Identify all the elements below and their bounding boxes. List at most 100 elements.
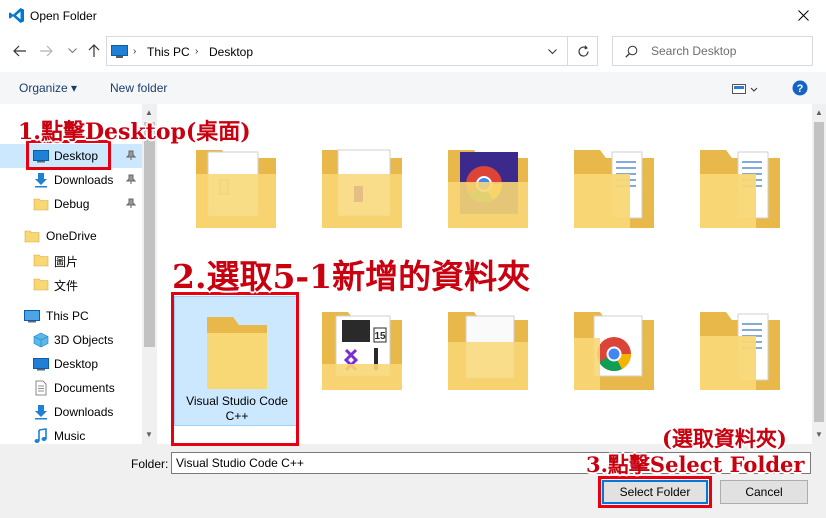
- breadcrumb-this-pc[interactable]: This PC: [147, 45, 190, 59]
- nav-item-this-pc[interactable]: This PC: [0, 304, 142, 328]
- back-button[interactable]: [10, 41, 30, 61]
- close-button[interactable]: [780, 0, 826, 31]
- nav-item-label: 3D Objects: [54, 333, 114, 347]
- scroll-up-icon[interactable]: ▲: [815, 108, 823, 117]
- downloads-icon: [35, 173, 47, 188]
- nav-item-pictures-onedrive[interactable]: 圖片: [0, 248, 142, 272]
- pin-icon: [125, 197, 137, 211]
- folder-tile[interactable]: [300, 134, 424, 264]
- nav-item-music[interactable]: Music: [0, 424, 142, 444]
- nav-item-label: Downloads: [54, 173, 114, 187]
- folder-label: Folder:: [131, 457, 169, 471]
- title-bar: Open Folder: [0, 0, 826, 31]
- address-bar[interactable]: › This PC › Desktop: [106, 36, 598, 66]
- folder-tile[interactable]: [678, 296, 802, 426]
- breadcrumb-separator-icon: ›: [195, 46, 199, 57]
- nav-scrollbar[interactable]: ▲ ▼: [142, 104, 157, 444]
- up-button[interactable]: [84, 41, 104, 61]
- annotation-step2: 2.選取5-1新增的資料夾: [172, 257, 531, 296]
- annotation-step3: 3.點擊Select Folder: [586, 452, 805, 477]
- folder-tile[interactable]: 15: [300, 296, 424, 426]
- recent-locations-button[interactable]: [62, 41, 82, 61]
- documents-icon: [35, 380, 47, 396]
- search-icon: [625, 45, 638, 58]
- desktop-icon: [33, 358, 49, 371]
- nav-item-label: OneDrive: [46, 229, 97, 243]
- vscode-icon: [9, 8, 24, 23]
- nav-item-label: Debug: [54, 197, 90, 211]
- scroll-down-icon[interactable]: ▼: [145, 430, 153, 439]
- folder-with-file-icon: [322, 149, 402, 228]
- folder-with-chrome-icon: [448, 150, 528, 228]
- folder-icon: [33, 254, 49, 267]
- folder-with-visual-studio-icon: 15: [322, 312, 402, 390]
- folder-tile[interactable]: [426, 296, 550, 426]
- folder-icon: [33, 198, 49, 211]
- chevron-down-icon: [547, 49, 557, 55]
- pin-icon: [125, 149, 137, 163]
- breadcrumb-desktop[interactable]: Desktop: [209, 45, 253, 59]
- breadcrumb-separator-icon: ›: [133, 46, 137, 57]
- forward-button[interactable]: [36, 41, 56, 61]
- nav-item-label: Music: [54, 429, 86, 443]
- nav-item-label: Documents: [54, 381, 115, 395]
- address-dropdown-button[interactable]: [543, 43, 561, 61]
- svg-text:15: 15: [374, 331, 386, 342]
- folder-tile[interactable]: [552, 296, 676, 426]
- folder-tile[interactable]: [552, 134, 676, 264]
- annotation-highlight-folder: [171, 292, 299, 446]
- folder-with-file-icon: [196, 150, 276, 228]
- annotation-step1: 1.點擊Desktop(桌面): [18, 119, 251, 145]
- this-pc-icon: [111, 45, 128, 58]
- folder-tile[interactable]: [174, 134, 298, 264]
- address-row: › This PC › Desktop: [0, 35, 826, 67]
- folder-with-document-icon: [700, 150, 780, 228]
- downloads-icon: [35, 405, 47, 420]
- arrow-right-icon: [40, 45, 53, 57]
- scroll-down-icon[interactable]: ▼: [815, 430, 823, 439]
- content-scrollbar-thumb[interactable]: [814, 122, 824, 422]
- folder-with-file-icon: [448, 312, 528, 390]
- nav-item-downloads-quick-access[interactable]: Downloads: [0, 168, 142, 192]
- pin-icon: [125, 173, 137, 187]
- nav-item-documents[interactable]: Documents: [0, 376, 142, 400]
- nav-scrollbar-thumb[interactable]: [144, 122, 155, 347]
- help-icon[interactable]: ?: [792, 80, 808, 96]
- close-icon: [797, 10, 809, 21]
- folder-with-chrome-icon: [574, 312, 654, 390]
- command-toolbar: Organize ▾ New folder ?: [0, 72, 826, 104]
- nav-item-3d-objects[interactable]: 3D Objects: [0, 328, 142, 352]
- nav-item-onedrive[interactable]: OneDrive: [0, 224, 142, 248]
- nav-item-documents-onedrive[interactable]: 文件: [0, 272, 142, 296]
- cancel-button[interactable]: Cancel: [720, 480, 808, 504]
- nav-item-debug[interactable]: Debug: [0, 192, 142, 216]
- folder-with-document-icon: [700, 312, 780, 390]
- svg-text:?: ?: [797, 83, 804, 95]
- nav-item-label: Desktop: [54, 357, 99, 371]
- search-box[interactable]: [612, 36, 813, 66]
- refresh-button[interactable]: [567, 37, 598, 65]
- arrow-left-icon: [13, 45, 26, 57]
- 3d-objects-icon: [33, 332, 49, 348]
- nav-item-label: 圖片: [54, 255, 79, 269]
- folder-icon: [24, 230, 40, 243]
- arrow-up-icon: [88, 44, 100, 57]
- nav-item-label: 文件: [54, 279, 79, 293]
- search-input[interactable]: [651, 44, 801, 58]
- folder-icon: [33, 278, 49, 291]
- folder-tile[interactable]: [678, 134, 802, 264]
- nav-item-label: This PC: [46, 309, 89, 323]
- music-icon: [34, 428, 47, 443]
- new-folder-button[interactable]: New folder: [110, 81, 167, 95]
- window-title: Open Folder: [30, 9, 97, 23]
- toolbar-icons: ?: [732, 80, 808, 99]
- folder-tile[interactable]: [426, 134, 550, 264]
- content-scrollbar[interactable]: ▲ ▼: [812, 104, 826, 444]
- chevron-down-icon: [67, 48, 77, 54]
- organize-button[interactable]: Organize ▾: [19, 81, 77, 95]
- nav-item-downloads[interactable]: Downloads: [0, 400, 142, 424]
- nav-item-desktop[interactable]: Desktop: [0, 352, 142, 376]
- folder-with-document-icon: [574, 150, 654, 228]
- refresh-icon: [577, 44, 589, 57]
- view-options-icon[interactable]: [732, 82, 762, 96]
